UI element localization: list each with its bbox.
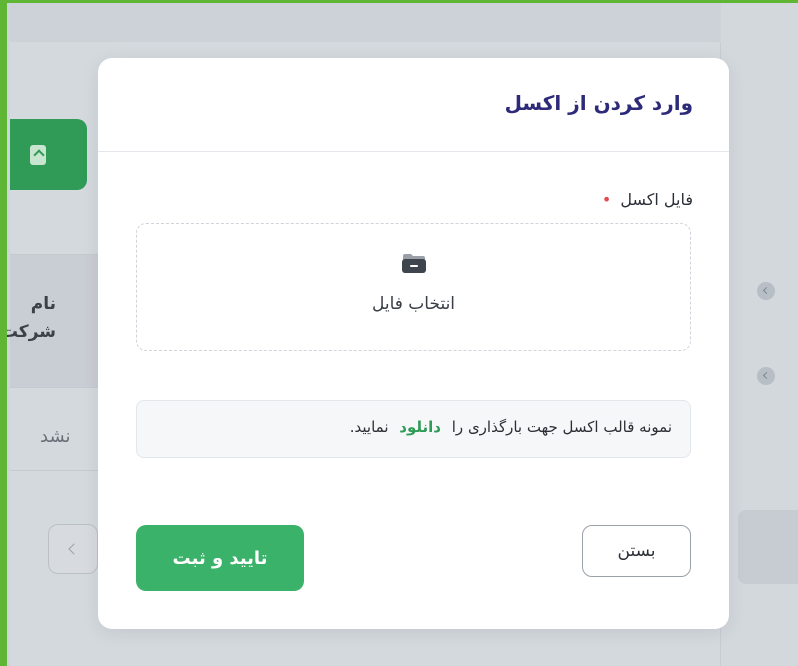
column-header-company-line2: شرکت: [0, 322, 56, 342]
select-file-label: انتخاب فایل: [371, 294, 456, 314]
folder-icon: [402, 254, 426, 273]
template-download-notice: نمونه قالب اکسل جهت بارگذاری را دانلود ن…: [136, 400, 691, 458]
file-field-label: فایل اکسل •: [602, 190, 693, 209]
template-text-prefix: نمونه قالب اکسل جهت بارگذاری را: [451, 418, 672, 436]
chevron-left-icon[interactable]: [757, 282, 775, 300]
column-header-company-line1: نام: [30, 294, 56, 314]
file-upload-icon: [30, 145, 46, 165]
required-marker: •: [601, 190, 612, 209]
background-cell-text: نشد: [40, 426, 71, 447]
import-excel-modal: وارد کردن از اکسل فایل اکسل • انتخاب فای…: [98, 58, 729, 629]
modal-title: وارد کردن از اکسل: [504, 91, 693, 115]
file-field-label-text: فایل اکسل: [620, 190, 693, 209]
confirm-submit-button[interactable]: تایید و ثبت: [136, 525, 304, 591]
background-upload-button[interactable]: [10, 119, 87, 190]
file-dropzone[interactable]: انتخاب فایل: [136, 223, 691, 351]
close-button[interactable]: بستن: [582, 525, 691, 577]
background-right-block: [738, 510, 798, 584]
modal-header: وارد کردن از اکسل: [98, 58, 729, 152]
download-template-link[interactable]: دانلود: [399, 418, 441, 436]
chevron-left-icon[interactable]: [757, 367, 775, 385]
template-text-suffix: نمایید.: [349, 418, 389, 436]
pagination-prev-button[interactable]: [48, 524, 98, 574]
template-download-text: نمونه قالب اکسل جهت بارگذاری را دانلود ن…: [350, 418, 672, 436]
background-header: [10, 3, 720, 43]
